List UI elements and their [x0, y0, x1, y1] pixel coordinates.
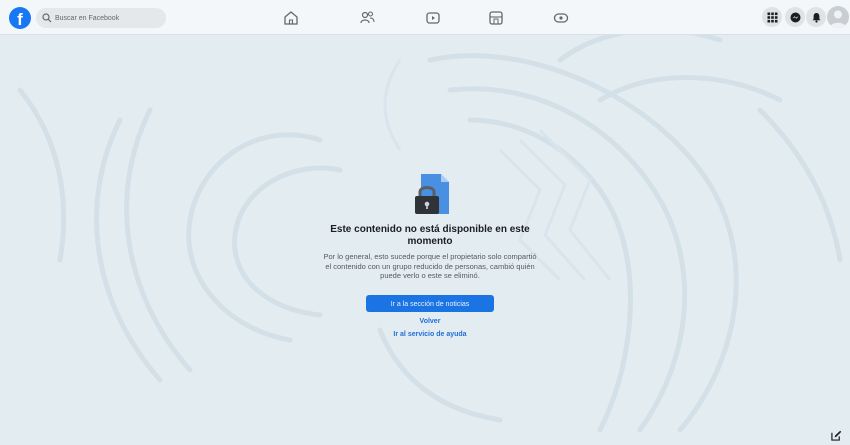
- nav-friends[interactable]: [358, 9, 376, 27]
- nav-home[interactable]: [282, 9, 300, 27]
- notifications-icon: [812, 12, 820, 23]
- search-icon: [42, 13, 52, 23]
- notifications-button[interactable]: [806, 7, 826, 27]
- new-message-button[interactable]: [828, 428, 844, 442]
- marketplace-icon: [489, 11, 503, 25]
- compose-icon: [830, 430, 841, 441]
- description-text: Por lo general, esto sucede porque el pr…: [323, 252, 537, 280]
- nav-marketplace[interactable]: [487, 9, 505, 27]
- menu-grid-icon: [767, 12, 777, 22]
- help-center-link[interactable]: Ir al servicio de ayuda: [305, 331, 555, 338]
- watch-icon: [426, 12, 440, 24]
- friends-icon: [360, 11, 375, 24]
- profile-avatar-icon: [830, 10, 846, 28]
- back-link[interactable]: Volver: [305, 318, 555, 325]
- go-to-feed-button[interactable]: Ir a la sección de noticias: [366, 294, 494, 312]
- messenger-icon: [790, 12, 800, 22]
- nav-watch[interactable]: [424, 9, 442, 27]
- gaming-icon: [553, 13, 569, 23]
- home-icon: [284, 11, 298, 25]
- nav-gaming[interactable]: [552, 9, 570, 27]
- search-placeholder: Buscar en Facebook: [55, 14, 120, 22]
- content-unavailable-panel: Este contenido no está disponible en est…: [305, 172, 555, 338]
- search-input[interactable]: Buscar en Facebook: [36, 8, 166, 28]
- top-navigation-bar: f Buscar en Facebook: [0, 0, 850, 35]
- locked-document-icon: [409, 172, 451, 218]
- page-title: Este contenido no está disponible en est…: [330, 224, 530, 247]
- messenger-button[interactable]: [785, 7, 805, 27]
- account-avatar[interactable]: [827, 6, 849, 28]
- menu-button[interactable]: [762, 7, 782, 27]
- facebook-logo[interactable]: f: [9, 7, 31, 29]
